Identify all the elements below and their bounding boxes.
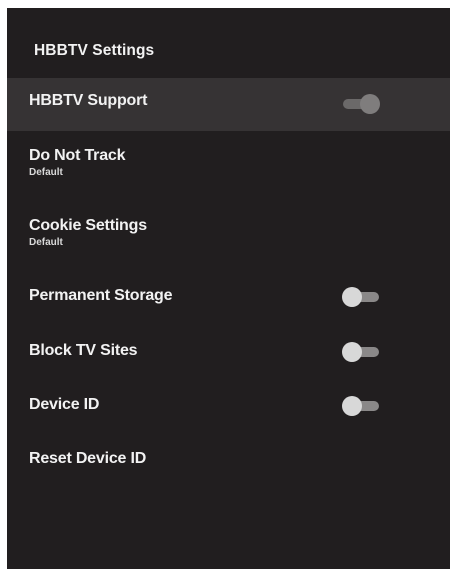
menu-item-label: Reset Device ID — [29, 450, 147, 467]
menu-item-hbbtv-support[interactable]: HBBTV Support — [7, 78, 450, 131]
menu-item-label: Cookie Settings — [29, 217, 147, 234]
menu-item-label: Device ID — [29, 396, 100, 413]
menu-item-reset-device-id[interactable]: Reset Device ID — [7, 440, 450, 492]
menu-item-do-not-track[interactable]: Do Not Track Default — [7, 131, 450, 194]
menu-item-label: HBBTV Support — [29, 92, 148, 109]
block-tv-sites-toggle[interactable] — [342, 342, 380, 362]
menu-item-cookie-settings[interactable]: Cookie Settings Default — [7, 201, 450, 264]
menu-item-subtitle: Default — [29, 167, 63, 178]
menu-item-device-id[interactable]: Device ID — [7, 386, 450, 438]
toggle-knob — [342, 287, 362, 307]
device-id-toggle[interactable] — [342, 396, 380, 416]
menu-item-label: Block TV Sites — [29, 342, 138, 359]
menu-item-label: Do Not Track — [29, 147, 126, 164]
page-title: HBBTV Settings — [34, 42, 155, 59]
toggle-knob — [342, 396, 362, 416]
menu-item-subtitle: Default — [29, 237, 63, 248]
settings-panel: HBBTV Settings HBBTV Support Do Not Trac… — [7, 8, 450, 569]
menu-item-block-tv-sites[interactable]: Block TV Sites — [7, 332, 450, 384]
menu-item-permanent-storage[interactable]: Permanent Storage — [7, 277, 450, 329]
hbbtv-support-toggle[interactable] — [342, 94, 380, 114]
toggle-knob — [360, 94, 380, 114]
menu-item-label: Permanent Storage — [29, 287, 173, 304]
toggle-knob — [342, 342, 362, 362]
permanent-storage-toggle[interactable] — [342, 287, 380, 307]
